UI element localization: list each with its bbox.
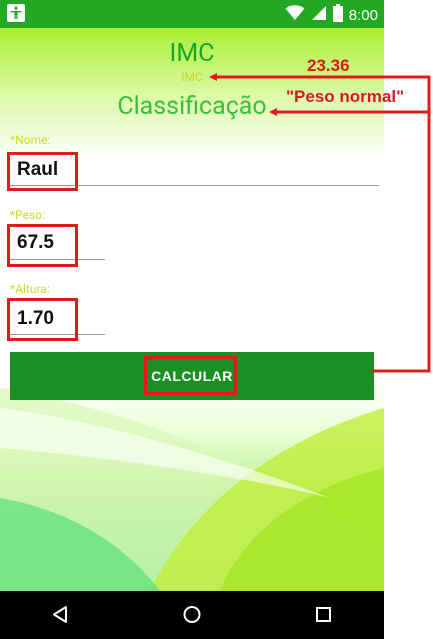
battery-icon [332, 4, 343, 26]
navigation-bar [0, 591, 384, 639]
signal-icon [311, 5, 327, 25]
status-bar: 8:00 [0, 0, 384, 28]
screenshot-stage: 8:00 IMC IMC Classificação *Nome: Raul *… [0, 0, 433, 639]
clock: 8:00 [348, 6, 378, 24]
home-icon[interactable] [183, 606, 201, 623]
status-right-group: 8:00 [285, 4, 378, 26]
annotation-classification-result: "Peso normal" [286, 87, 405, 106]
annotation-box-weight [7, 224, 78, 267]
weight-field-label: *Peso: [10, 208, 45, 222]
nav-buttons-graphic [53, 606, 331, 623]
name-field-label: *Nome: [10, 133, 51, 147]
annotation-box-height [7, 298, 78, 341]
annotation-box-calculate [144, 356, 237, 395]
back-icon[interactable] [53, 606, 67, 623]
wifi-icon [285, 5, 305, 25]
accessibility-icon [7, 4, 25, 22]
recents-icon[interactable] [316, 607, 331, 622]
annotation-imc-result: 23.36 [307, 56, 350, 75]
annotation-box-name [7, 152, 78, 191]
height-field-label: *Altura: [10, 282, 50, 296]
